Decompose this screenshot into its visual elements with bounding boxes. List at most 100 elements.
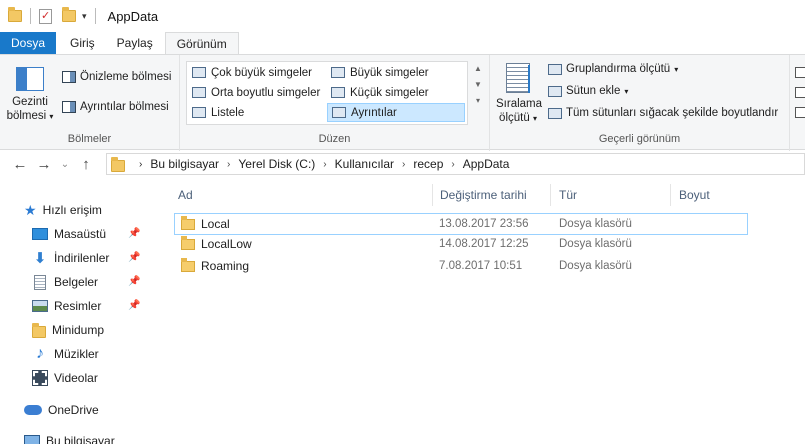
fit-columns-icon [548,107,562,119]
navigation-pane-label-1: Gezinti [12,96,48,108]
tab-file[interactable]: Dosya [0,32,56,54]
layout-group: Çok büyük simgeler Büyük simgeler Orta b… [180,55,490,151]
folder-icon [111,156,125,172]
layout-extra-large-icons[interactable]: Çok büyük simgeler [188,63,312,82]
hidden-items-toggle[interactable] [795,107,805,118]
back-arrow-icon[interactable]: ← [8,156,32,173]
new-folder-icon[interactable] [62,7,76,22]
layout-gallery-scroll[interactable]: ▲ ▼ ▾ [472,61,484,125]
nav-item-desktop[interactable]: Masaüstü [32,223,106,245]
breadcrumb-item[interactable]: Yerel Disk (C:) [238,157,315,171]
add-column-button[interactable]: Sütun ekle ▾ [548,85,628,97]
chevron-right-icon[interactable]: › [402,159,405,170]
current-view-group: Sıralama ölçütü ▾ Gruplandırma ölçütü ▾ … [490,55,790,151]
nav-item-downloads[interactable]: ⬇ İndirilenler [32,247,110,269]
layout-details[interactable]: Ayrıntılar [327,103,465,122]
nav-item-videos[interactable]: Videolar [32,367,98,389]
layout-item-label: Çok büyük simgeler [211,66,312,79]
tab-view[interactable]: Görünüm [164,32,239,54]
extra-large-icons-icon [192,67,206,78]
nav-item-quick-access[interactable]: ★ Hızlı erişim [24,199,102,221]
documents-icon [34,274,46,290]
breadcrumb-item[interactable]: Kullanıcılar [335,157,394,171]
panes-group-label: Bölmeler [67,133,112,145]
computer-icon [24,435,40,444]
table-row[interactable]: LocalLow 14.08.2017 12:25 Dosya klasörü [174,234,748,256]
pictures-icon [32,300,48,312]
chevron-right-icon[interactable]: › [451,159,454,170]
sort-label-1: Sıralama [496,98,543,110]
file-date: 14.08.2017 12:25 [439,238,529,250]
desktop-icon [32,228,48,240]
nav-item-documents[interactable]: Belgeler [32,271,98,293]
navigation-pane-label-row: bölmesi ▾ [4,109,56,124]
column-header-size[interactable]: Boyut [671,184,751,206]
fit-columns-button[interactable]: Tüm sütunları sığacak şekilde boyutlandı… [548,107,778,119]
preview-pane-button[interactable]: Önizleme bölmesi [62,71,171,83]
nav-item-label: Müzikler [54,347,99,361]
nav-item-onedrive[interactable]: OneDrive [24,399,99,421]
details-icon [332,107,346,118]
scroll-down-icon[interactable]: ▼ [472,77,484,93]
file-date: 13.08.2017 23:56 [439,218,529,230]
chevron-right-icon[interactable]: › [227,159,230,170]
large-icons-icon [331,67,345,78]
breadcrumb-item[interactable]: AppData [463,157,510,171]
details-pane-button[interactable]: Ayrıntılar bölmesi [62,101,169,113]
breadcrumb-item[interactable]: Bu bilgisayar [150,157,219,171]
file-type: Dosya klasörü [559,218,632,230]
ribbon: Gezinti bölmesi ▾ Önizleme bölmesi Ayrın… [0,54,805,151]
layout-list[interactable]: Listele [188,103,244,122]
layout-medium-icons[interactable]: Orta boyutlu simgeler [188,83,320,102]
tab-share[interactable]: Paylaş [109,32,161,54]
address-bar[interactable]: › Bu bilgisayar › Yerel Disk (C:) › Kull… [106,153,805,175]
nav-item-pictures[interactable]: Resimler [32,295,101,317]
nav-item-label: Masaüstü [54,227,107,241]
layout-small-icons[interactable]: Küçük simgeler [327,83,429,102]
customize-toolbar-chevron-icon[interactable]: ▾ [82,11,87,22]
layout-large-icons[interactable]: Büyük simgeler [327,63,429,82]
file-name: Roaming [201,259,250,273]
current-view-group-label: Geçerli görünüm [598,133,681,145]
divider [30,8,31,24]
scroll-up-icon[interactable]: ▲ [472,61,484,77]
breadcrumb-item[interactable]: recep [413,157,443,171]
layout-gallery: Çok büyük simgeler Büyük simgeler Orta b… [186,61,468,125]
chevron-down-icon: ▾ [674,64,679,74]
file-name: LocalLow [201,237,252,251]
item-checkbox-toggle[interactable] [795,67,805,78]
chevron-right-icon[interactable]: › [139,159,142,170]
chevron-down-icon: ▾ [532,114,537,123]
fit-columns-label: Tüm sütunları sığacak şekilde boyutlandı… [566,107,779,119]
downloads-icon: ⬇ [33,250,47,267]
nav-item-music[interactable]: ♪ Müzikler [32,343,99,365]
group-by-button[interactable]: Gruplandırma ölçütü ▾ [548,63,678,75]
table-row[interactable]: Roaming 7.08.2017 10:51 Dosya klasörü [174,256,748,278]
table-row[interactable]: Local 13.08.2017 23:56 Dosya klasörü [174,213,748,235]
tab-home[interactable]: Giriş [56,32,109,54]
details-pane-label: Ayrıntılar bölmesi [80,101,169,113]
nav-item-this-pc[interactable]: Bu bilgisayar [24,430,115,444]
nav-item-label: Hızlı erişim [42,203,102,217]
chevron-right-icon[interactable]: › [323,159,326,170]
list-icon [192,107,206,118]
address-row: ← → ⌄ ↑ › Bu bilgisayar › Yerel Disk (C:… [0,150,805,178]
column-header-name[interactable]: Ad [170,184,428,206]
column-header-date-modified[interactable]: Değiştirme tarihi [432,184,550,206]
file-type: Dosya klasörü [559,260,632,272]
nav-item-minidump[interactable]: Minidump [32,319,104,341]
up-arrow-icon[interactable]: ↑ [74,156,98,173]
panes-group: Gezinti bölmesi ▾ Önizleme bölmesi Ayrın… [0,55,180,151]
recent-locations-chevron-icon[interactable]: ⌄ [56,159,74,170]
forward-arrow-icon[interactable]: → [32,156,56,173]
file-name-cell: Roaming [181,256,249,276]
more-icon[interactable]: ▾ [472,93,484,109]
file-extensions-toggle[interactable] [795,87,805,98]
sort-by-button[interactable]: Sıralama ölçütü ▾ [496,63,543,126]
videos-icon [32,370,48,386]
properties-icon[interactable] [39,8,52,24]
nav-item-label: Videolar [54,371,98,385]
navigation-pane-button[interactable]: Gezinti bölmesi ▾ [4,63,56,124]
column-header-type[interactable]: Tür [551,184,669,206]
sort-icon [506,63,530,93]
